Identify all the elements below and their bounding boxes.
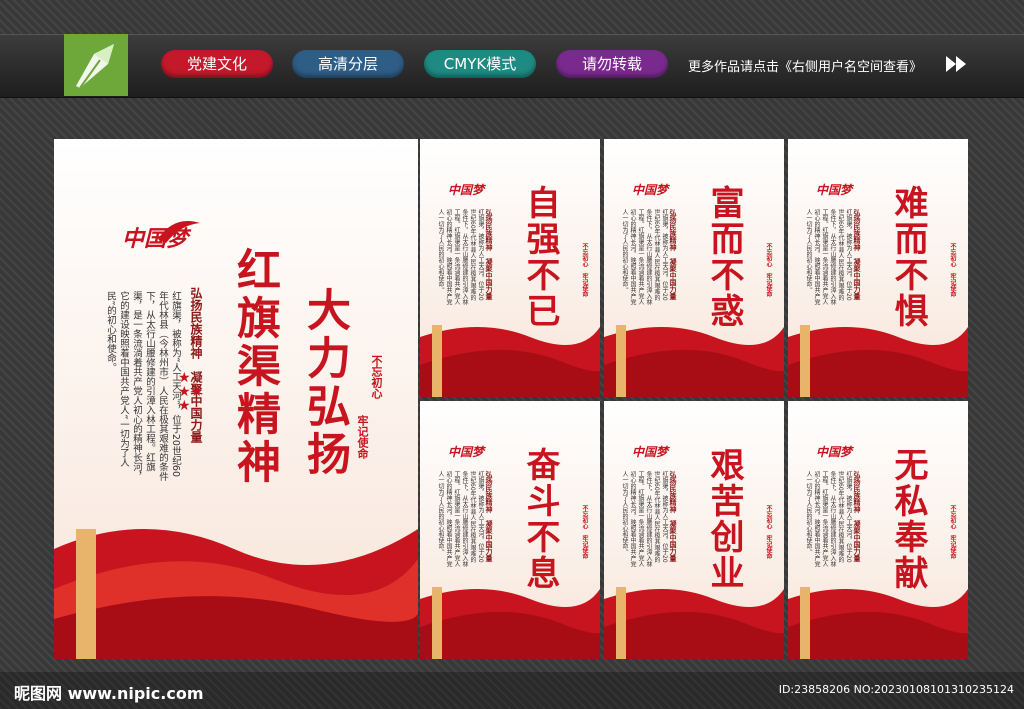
- poster-title: 自强不已: [520, 185, 560, 329]
- poster-self-strengthening: 中国梦 自强不已 弘扬民族精神 凝聚中国力量 红旗渠，被称为人工天河，位于20世…: [420, 139, 600, 397]
- poster-never-stop: 中国梦 奋斗不息 弘扬民族精神 凝聚中国力量 红旗渠，被称为人工天河，位于20世…: [420, 401, 600, 659]
- poster-hard-work: 中国梦 艰苦创业 弘扬民族精神 凝聚中国力量 红旗渠，被称为人工天河，位于20世…: [604, 401, 784, 659]
- poster-subtitle: 弘扬民族精神 凝聚中国力量: [485, 471, 494, 562]
- main-body-text: 红旗渠，被称为“人工天河”，位于20世纪60年代林县（今林州市）人民在极其艰难的…: [105, 291, 181, 481]
- poster-stamp: 不忘初心 牢记使命: [765, 243, 772, 297]
- poster-title: 奋斗不息: [520, 447, 560, 591]
- tag-cmyk[interactable]: CMYK模式: [424, 50, 536, 78]
- main-heading-2: 大力弘扬: [299, 287, 350, 479]
- poster-stamp: 不忘初心 牢记使命: [949, 505, 956, 559]
- poster-body-text: 红旗渠，被称为人工天河，位于20世纪60年代林县人民在极其艰难的条件下，从太行山…: [437, 471, 484, 567]
- poster-title: 难而不惧: [888, 185, 928, 329]
- poster-stamp: 不忘初心 牢记使命: [949, 243, 956, 297]
- red-flag-wave: [788, 325, 968, 397]
- red-flag-wave: [604, 325, 784, 397]
- poster-title: 富而不惑: [704, 185, 744, 329]
- main-heading: 红旗渠精神: [229, 247, 280, 487]
- more-works-notice[interactable]: 更多作品请点击《右侧用户名空间查看》: [688, 56, 922, 75]
- poster-subtitle: 弘扬民族精神 凝聚中国力量: [853, 209, 862, 300]
- china-dream-logo: 中国梦: [448, 183, 485, 197]
- china-dream-logo: 中国梦: [632, 183, 669, 197]
- poster-subtitle: 弘扬民族精神 凝聚中国力量: [485, 209, 494, 300]
- poster-subtitle: 弘扬民族精神 凝聚中国力量: [669, 209, 678, 300]
- poster-selfless: 中国梦 无私奉献 弘扬民族精神 凝聚中国力量 红旗渠，被称为人工天河，位于20世…: [788, 401, 968, 659]
- china-dream-logo: 中国梦: [816, 183, 853, 197]
- red-flag-wave: [604, 587, 784, 659]
- stamp-keep-mission: 牢记使命: [356, 415, 369, 459]
- poster-body-text: 红旗渠，被称为人工天河，位于20世纪60年代林县人民在极其艰难的条件下，从太行山…: [437, 209, 484, 305]
- image-id: ID:23858206 NO:20230108101310235124: [778, 683, 1014, 696]
- poster-title: 艰苦创业: [704, 447, 744, 591]
- china-dream-logo: 中国梦: [448, 445, 485, 459]
- tag-hd-layers[interactable]: 高清分层: [292, 50, 404, 78]
- tag-party-culture[interactable]: 党建文化: [161, 50, 273, 78]
- poster-title: 无私奉献: [888, 447, 928, 591]
- pen-nib-icon: [76, 44, 114, 89]
- poster-fearless: 中国梦 难而不惧 弘扬民族精神 凝聚中国力量 红旗渠，被称为人工天河，位于20世…: [788, 139, 968, 397]
- china-dream-logo: 中国梦: [816, 445, 853, 459]
- star-column-icon: ★ ★★ ★: [178, 370, 204, 414]
- poster-stamp: 不忘初心 牢记使命: [765, 505, 772, 559]
- red-flag-wave: [420, 325, 600, 397]
- poster-body-text: 红旗渠，被称为人工天河，位于20世纪60年代林县人民在极其艰难的条件下，从太行山…: [621, 471, 668, 567]
- brand-logo: [64, 34, 128, 96]
- poster-body-text: 红旗渠，被称为人工天河，位于20世纪60年代林县人民在极其艰难的条件下，从太行山…: [805, 209, 852, 305]
- stamp-remember-original: 不忘初心: [370, 355, 383, 399]
- tag-no-repost[interactable]: 请勿转载: [556, 50, 668, 78]
- site-watermark[interactable]: 昵图网 www.nipic.com: [14, 680, 204, 704]
- china-dream-logo: 中国梦: [632, 445, 669, 459]
- poster-stamp: 不忘初心 牢记使命: [581, 505, 588, 559]
- poster-body-text: 红旗渠，被称为人工天河，位于20世纪60年代林县人民在极其艰难的条件下，从太行山…: [621, 209, 668, 305]
- poster-subtitle: 弘扬民族精神 凝聚中国力量: [669, 471, 678, 562]
- red-flag-wave: [788, 587, 968, 659]
- red-flag-wave: [420, 587, 600, 659]
- poster-rich-not-confused: 中国梦 富而不惑 弘扬民族精神 凝聚中国力量 红旗渠，被称为人工天河，位于20世…: [604, 139, 784, 397]
- poster-stamp: 不忘初心 牢记使命: [581, 243, 588, 297]
- poster-body-text: 红旗渠，被称为人工天河，位于20世纪60年代林县人民在极其艰难的条件下，从太行山…: [805, 471, 852, 567]
- china-dream-swoosh-icon: [158, 221, 200, 243]
- poster-subtitle: 弘扬民族精神 凝聚中国力量: [853, 471, 862, 562]
- main-poster: 中国梦 红旗渠精神 大力弘扬 弘扬民族精神 凝聚中国力量 红旗渠，被称为“人工天…: [54, 139, 418, 659]
- main-subtitle: 弘扬民族精神 凝聚中国力量: [189, 287, 203, 443]
- double-chevron-right-icon[interactable]: [944, 54, 970, 74]
- red-flag-wave: [54, 529, 418, 659]
